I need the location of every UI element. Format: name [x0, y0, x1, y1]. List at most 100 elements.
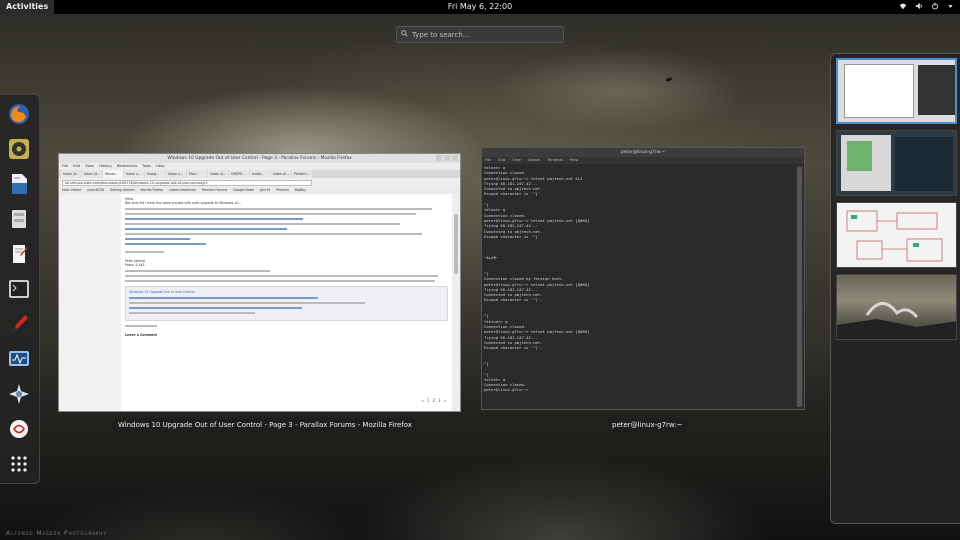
terminal-icon[interactable]	[8, 278, 30, 300]
search-icon	[401, 30, 412, 39]
tab[interactable]: mode...	[250, 170, 270, 178]
tab[interactable]: Inbox u...	[166, 170, 186, 178]
firefox-titlebar[interactable]: Windows 10 Upgrade Out of User Control -…	[59, 154, 460, 163]
terminal-line: peter@linux-g7rw:~>	[484, 387, 531, 393]
page-next[interactable]: »	[444, 398, 446, 403]
wallpaper-credit: Alfonso Maseda Photography	[6, 530, 107, 537]
post-author-role: Posts: 4,445	[125, 263, 145, 267]
menu-bookmarks[interactable]: Bookmarks	[117, 164, 137, 168]
tab[interactable]: Perform...	[292, 170, 312, 178]
page-3[interactable]: 3	[438, 398, 441, 403]
terminal-output[interactable]: telnet> q Connection closed. peter@linux-g…	[484, 165, 794, 407]
wallpaper-bird	[665, 77, 673, 82]
terminal-window-caption[interactable]: peter@linux-g7rw:~	[606, 418, 689, 432]
search-input[interactable]: Type to search…	[396, 26, 564, 43]
page-content[interactable]: Hello, Not only did I have the same trou…	[59, 194, 460, 411]
dash	[0, 94, 40, 484]
minimize-icon[interactable]	[436, 155, 442, 161]
workspace-4[interactable]	[836, 274, 957, 340]
evolution-icon[interactable]	[8, 418, 30, 440]
menu-history[interactable]: History	[99, 164, 112, 168]
text-editor-icon[interactable]	[8, 243, 30, 265]
rhythmbox-icon[interactable]	[8, 138, 30, 160]
pagination: « 1 2 3 »	[421, 398, 446, 403]
menu-tools[interactable]: Tools	[142, 164, 151, 168]
menu-file[interactable]: File	[485, 158, 491, 162]
writer-icon[interactable]	[8, 173, 30, 195]
tab[interactable]: Inbox (4...	[208, 170, 228, 178]
firefox-window-caption[interactable]: Windows 10 Upgrade Out of User Control -…	[112, 418, 418, 432]
tab[interactable]: GREPO...	[229, 170, 249, 178]
bookmark-item[interactable]: Getting Started	[110, 188, 135, 192]
volume-icon[interactable]	[915, 2, 923, 12]
terminal-title: peter@linux-g7rw:~	[620, 150, 666, 155]
bookmark-item[interactable]: glxr19	[260, 188, 270, 192]
bookmark-item[interactable]: BigBoy	[295, 188, 306, 192]
menu-search[interactable]: Search	[528, 158, 540, 162]
quote-title[interactable]: Windows 10 Upgrade Out of User Control	[129, 290, 444, 294]
terminal-window[interactable]: peter@linux-g7rw:~ File Edit View Search…	[481, 147, 805, 410]
menu-help[interactable]: Help	[156, 164, 164, 168]
workspace-2[interactable]	[836, 130, 957, 196]
files-icon[interactable]	[8, 208, 30, 230]
bookmark-item[interactable]: Mozilla Firefox	[141, 188, 164, 192]
terminal-menubar: File Edit View Search Terminal Help	[482, 157, 804, 164]
firefox-window[interactable]: Windows 10 Upgrade Out of User Control -…	[58, 153, 461, 412]
search-placeholder: Type to search…	[412, 30, 470, 39]
menu-help[interactable]: Help	[570, 158, 578, 162]
firefox-tabbar: Inbox (4... Inbox (4... Windo... Inbox u…	[59, 170, 460, 178]
page-scrollbar[interactable]	[452, 194, 460, 411]
tab[interactable]: Index of ...	[271, 170, 291, 178]
page-2[interactable]: 2	[432, 398, 435, 403]
bookmark-item[interactable]: pjsec6338	[87, 188, 103, 192]
bookmark-item[interactable]: Phoenix	[276, 188, 289, 192]
clock[interactable]: Fri May 6, 22:00	[0, 0, 960, 14]
bookmarks-toolbar: Most Visited pjsec6338 Getting Started M…	[59, 187, 460, 194]
firefox-icon[interactable]	[8, 103, 30, 125]
menu-terminal[interactable]: Terminal	[548, 158, 563, 162]
pinta-icon[interactable]	[8, 313, 30, 335]
menu-view[interactable]: View	[512, 158, 521, 162]
xchat-icon[interactable]	[8, 383, 30, 405]
tab[interactable]: Inbox u...	[124, 170, 144, 178]
tab[interactable]: Inbox (4...	[82, 170, 102, 178]
system-monitor-icon[interactable]	[8, 348, 30, 370]
menu-edit[interactable]: Edit	[73, 164, 80, 168]
leave-comment-heading: Leave a Comment	[125, 333, 158, 337]
bookmark-item[interactable]: Most Visited	[62, 188, 81, 192]
firefox-title: Windows 10 Upgrade Out of User Control -…	[167, 156, 352, 161]
workspace-3[interactable]	[836, 202, 957, 268]
menu-file[interactable]: File	[62, 164, 68, 168]
scrollbar-thumb[interactable]	[797, 167, 802, 407]
tab[interactable]: Googl...	[145, 170, 165, 178]
power-icon[interactable]	[931, 2, 939, 12]
bookmark-item[interactable]: Parallax Forums	[202, 188, 227, 192]
page-left-margin	[59, 194, 121, 411]
post-body-line: Not only did I have the same trouble wit…	[125, 201, 242, 205]
wifi-icon[interactable]	[899, 2, 907, 12]
terminal-titlebar[interactable]: peter@linux-g7rw:~	[482, 148, 804, 157]
quote-block: Windows 10 Upgrade Out of User Control	[125, 286, 448, 321]
chevron-down-icon[interactable]	[947, 3, 954, 12]
close-icon[interactable]	[452, 155, 458, 161]
tab[interactable]: Inbox (4...	[61, 170, 81, 178]
tab[interactable]: Mail...	[187, 170, 207, 178]
page-prev[interactable]: «	[421, 398, 423, 403]
scrollbar-thumb[interactable]	[454, 214, 458, 274]
maximize-icon[interactable]	[444, 155, 450, 161]
workspace-1[interactable]	[836, 58, 957, 124]
firefox-navbar: forums.parallax.com/discussion/164716/wi…	[59, 178, 460, 187]
system-tray[interactable]	[899, 0, 954, 14]
page-1[interactable]: 1	[427, 398, 430, 403]
bookmark-item[interactable]: Latest Headlines	[169, 188, 196, 192]
terminal-scrollbar[interactable]	[796, 165, 803, 407]
show-applications-icon[interactable]	[8, 453, 30, 475]
menu-view[interactable]: View	[85, 164, 94, 168]
url-input[interactable]: forums.parallax.com/discussion/164716/wi…	[62, 179, 312, 186]
bookmark-item[interactable]: Google News	[233, 188, 254, 192]
workspace-switcher	[830, 53, 960, 524]
tab-active[interactable]: Windo...	[103, 170, 123, 178]
menu-edit[interactable]: Edit	[498, 158, 505, 162]
forum-post-list: Hello, Not only did I have the same trou…	[125, 197, 448, 337]
top-bar: Activities Fri May 6, 22:00	[0, 0, 960, 14]
